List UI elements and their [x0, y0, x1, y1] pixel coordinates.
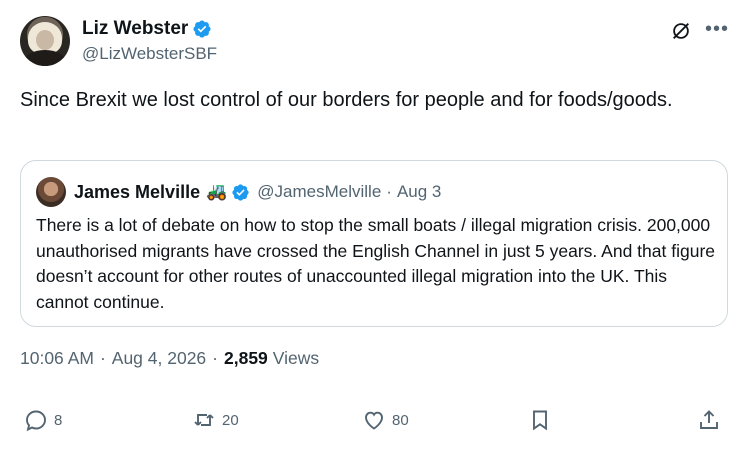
views-count: 2,859 [224, 348, 268, 368]
reply-icon [26, 410, 46, 432]
meta-separator: · [99, 348, 106, 368]
verified-badge-icon[interactable] [192, 19, 212, 39]
reply-button[interactable]: 8 [24, 408, 62, 432]
repost-button[interactable]: 20 [192, 408, 239, 432]
avatar[interactable] [20, 16, 70, 66]
tweet-date[interactable]: Aug 4, 2026 [112, 348, 206, 369]
tweet-header: Liz Webster @LizWebsterSBF ••• [20, 16, 730, 68]
author-handle[interactable]: @LizWebsterSBF [82, 44, 217, 64]
quoted-separator: · [386, 182, 392, 201]
quoted-tweet[interactable]: James Melville 🚜 @JamesMelville · Aug 3 … [20, 160, 728, 327]
repost-count: 20 [222, 411, 239, 429]
quoted-display-name: James Melville [74, 181, 201, 202]
quoted-handle: @JamesMelville [257, 182, 382, 201]
like-button[interactable]: 80 [362, 408, 409, 432]
author-name-row: Liz Webster [82, 18, 217, 40]
tweet-time[interactable]: 10:06 AM [20, 348, 94, 369]
bookmark-icon [533, 410, 547, 431]
verified-badge-icon [232, 183, 249, 201]
grok-icon[interactable] [670, 20, 692, 42]
author-info: Liz Webster @LizWebsterSBF [82, 18, 217, 64]
author-display-name[interactable]: Liz Webster [82, 18, 188, 40]
more-icon[interactable]: ••• [704, 18, 730, 44]
meta-separator: · [212, 348, 218, 368]
share-icon [700, 410, 718, 429]
quoted-avatar[interactable] [36, 177, 66, 207]
quoted-date: Aug 3 [396, 182, 442, 201]
repost-icon [194, 414, 214, 426]
like-count: 80 [392, 411, 409, 429]
quoted-text: There is a lot of debate on how to stop … [36, 215, 716, 312]
reply-count: 8 [54, 411, 63, 429]
views-label: Views [272, 348, 320, 368]
action-bar: 8 20 80 [20, 408, 725, 438]
tweet-meta: 10:06 AM · Aug 4, 2026 · 2,859 Views [20, 348, 319, 369]
quoted-header: James Melville 🚜 @JamesMelville · Aug 3 [36, 177, 441, 207]
tractor-emoji: 🚜 [206, 182, 228, 201]
bookmark-button[interactable] [528, 408, 552, 432]
share-button[interactable] [697, 408, 721, 432]
like-icon [365, 411, 383, 430]
tweet-text: Since Brexit we lost control of our bord… [20, 89, 673, 111]
